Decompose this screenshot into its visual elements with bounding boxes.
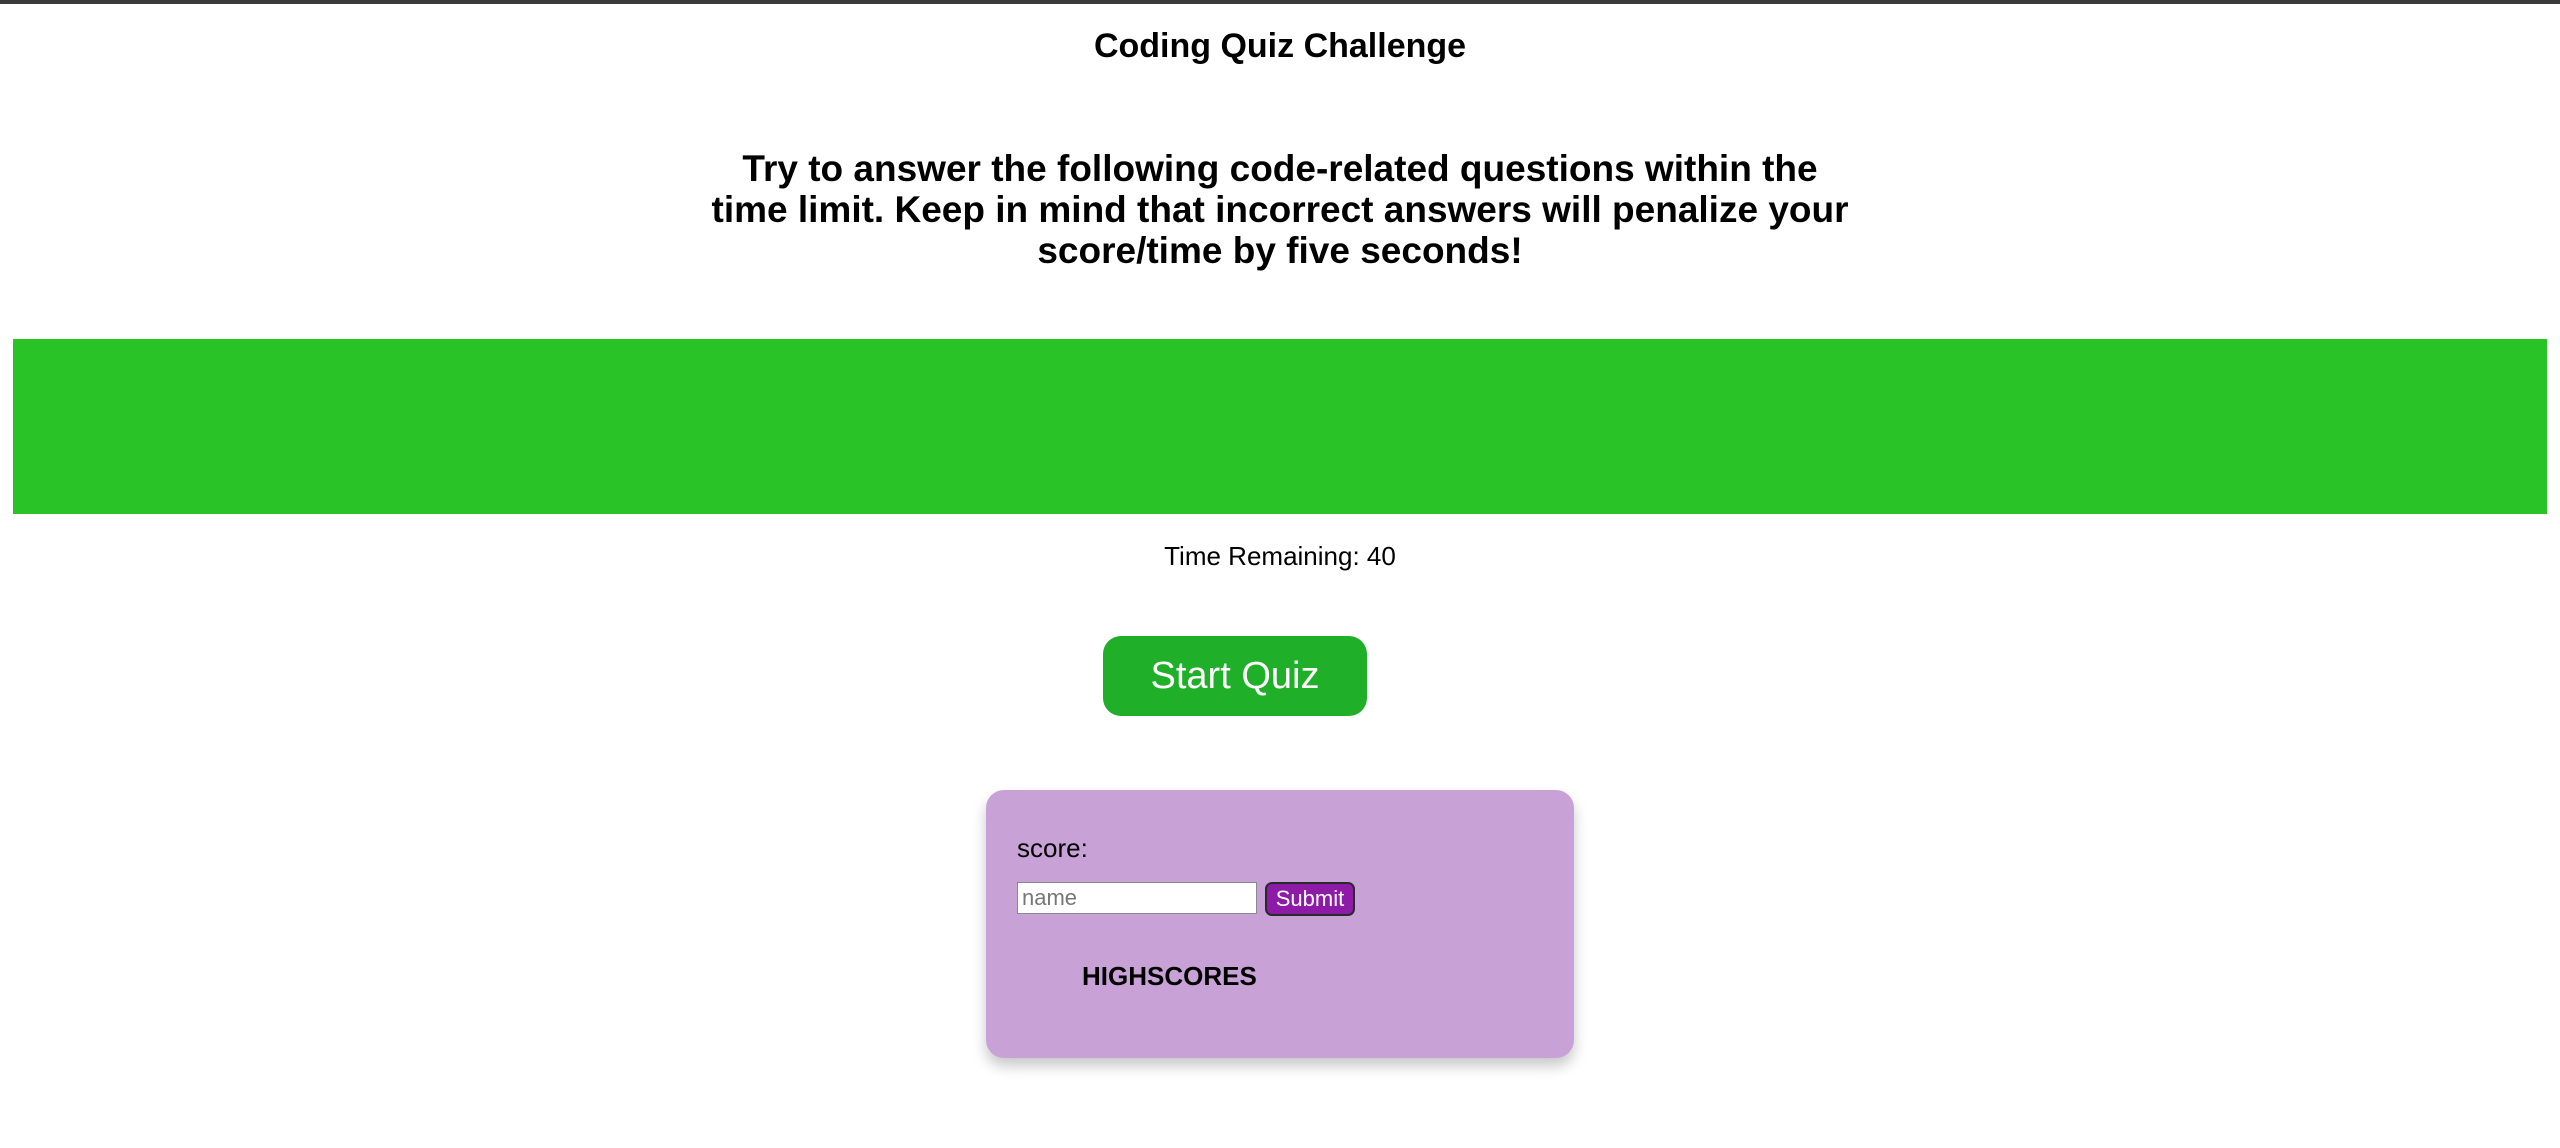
time-progress-bar <box>13 339 2547 514</box>
highscores-title: HIGHSCORES <box>1082 961 1257 991</box>
score-card: score: Submit HIGHSCORES <box>986 790 1574 1058</box>
time-remaining-label: Time Remaining: 40 <box>1164 541 1396 571</box>
score-label: score: <box>1017 833 1088 863</box>
top-border <box>0 0 2560 4</box>
name-input[interactable] <box>1017 882 1257 914</box>
page-title: Coding Quiz Challenge <box>1093 27 1467 65</box>
quiz-instructions: Try to answer the following code-related… <box>711 148 1849 271</box>
submit-button[interactable]: Submit <box>1265 882 1355 916</box>
time-progress-fill <box>13 339 2547 514</box>
start-quiz-button[interactable]: Start Quiz <box>1103 636 1367 716</box>
